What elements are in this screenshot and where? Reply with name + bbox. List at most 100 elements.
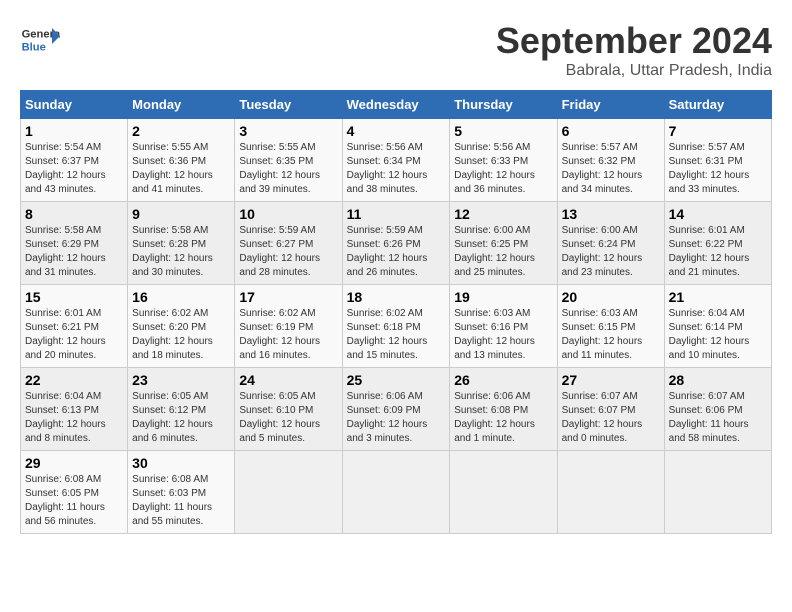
calendar-day-26: 26 Sunrise: 6:06 AM Sunset: 6:08 PM Dayli… xyxy=(450,368,557,451)
day-number: 24 xyxy=(239,372,337,388)
day-info: Sunrise: 5:58 AM Sunset: 6:29 PM Dayligh… xyxy=(25,224,123,280)
calendar-week-4: 22 Sunrise: 6:04 AM Sunset: 6:13 PM Dayli… xyxy=(21,368,772,451)
calendar-day-19: 19Sunrise: 6:03 AM Sunset: 6:16 PM Dayli… xyxy=(450,285,557,368)
day-number: 29 xyxy=(25,455,123,471)
calendar-day-27: 27 Sunrise: 6:07 AM Sunset: 6:07 PM Dayli… xyxy=(557,368,664,451)
logo-icon: General Blue xyxy=(20,20,60,60)
day-info: Sunrise: 5:56 AM Sunset: 6:34 PM Dayligh… xyxy=(347,141,446,197)
day-info: Sunrise: 6:05 AM Sunset: 6:12 PM Dayligh… xyxy=(132,390,230,446)
day-info: Sunrise: 6:02 AM Sunset: 6:18 PM Dayligh… xyxy=(347,307,446,363)
day-number: 7 xyxy=(669,123,767,139)
day-info: Sunrise: 6:06 AM Sunset: 6:09 PM Dayligh… xyxy=(347,390,446,446)
empty-cell xyxy=(235,451,342,534)
day-number: 28 xyxy=(669,372,767,388)
day-info: Sunrise: 6:08 AM Sunset: 6:03 PM Dayligh… xyxy=(132,473,230,529)
month-title: September 2024 xyxy=(496,20,772,62)
day-info: Sunrise: 6:08 AM Sunset: 6:05 PM Dayligh… xyxy=(25,473,123,529)
column-header-sunday: Sunday xyxy=(21,91,128,119)
day-info: Sunrise: 6:07 AM Sunset: 6:06 PM Dayligh… xyxy=(669,390,767,446)
day-info: Sunrise: 6:05 AM Sunset: 6:10 PM Dayligh… xyxy=(239,390,337,446)
day-number: 18 xyxy=(347,289,446,305)
calendar-day-10: 10Sunrise: 5:59 AM Sunset: 6:27 PM Dayli… xyxy=(235,202,342,285)
day-number: 4 xyxy=(347,123,446,139)
calendar-day-29: 29 Sunrise: 6:08 AM Sunset: 6:05 PM Dayli… xyxy=(21,451,128,534)
day-number: 5 xyxy=(454,123,552,139)
day-info: Sunrise: 6:01 AM Sunset: 6:22 PM Dayligh… xyxy=(669,224,767,280)
empty-cell xyxy=(450,451,557,534)
column-header-saturday: Saturday xyxy=(664,91,771,119)
day-number: 13 xyxy=(562,206,660,222)
calendar-day-4: 4 Sunrise: 5:56 AM Sunset: 6:34 PM Daylig… xyxy=(342,119,450,202)
calendar-day-23: 23 Sunrise: 6:05 AM Sunset: 6:12 PM Dayli… xyxy=(128,368,235,451)
day-info: Sunrise: 5:55 AM Sunset: 6:35 PM Dayligh… xyxy=(239,141,337,197)
day-info: Sunrise: 5:57 AM Sunset: 6:32 PM Dayligh… xyxy=(562,141,660,197)
svg-text:Blue: Blue xyxy=(22,41,46,53)
day-info: Sunrise: 6:04 AM Sunset: 6:14 PM Dayligh… xyxy=(669,307,767,363)
day-number: 26 xyxy=(454,372,552,388)
day-info: Sunrise: 6:04 AM Sunset: 6:13 PM Dayligh… xyxy=(25,390,123,446)
calendar-day-11: 11 Sunrise: 5:59 AM Sunset: 6:26 PM Dayli… xyxy=(342,202,450,285)
calendar-week-3: 15 Sunrise: 6:01 AM Sunset: 6:21 PM Dayli… xyxy=(21,285,772,368)
column-header-monday: Monday xyxy=(128,91,235,119)
title-block: September 2024 Babrala, Uttar Pradesh, I… xyxy=(496,20,772,80)
logo: General Blue xyxy=(20,20,60,60)
day-number: 14 xyxy=(669,206,767,222)
day-number: 2 xyxy=(132,123,230,139)
calendar-day-13: 13 Sunrise: 6:00 AM Sunset: 6:24 PM Dayli… xyxy=(557,202,664,285)
day-info: Sunrise: 6:00 AM Sunset: 6:25 PM Dayligh… xyxy=(454,224,552,280)
calendar-day-25: 25Sunrise: 6:06 AM Sunset: 6:09 PM Dayli… xyxy=(342,368,450,451)
calendar-day-24: 24 Sunrise: 6:05 AM Sunset: 6:10 PM Dayli… xyxy=(235,368,342,451)
calendar-day-21: 21 Sunrise: 6:04 AM Sunset: 6:14 PM Dayli… xyxy=(664,285,771,368)
calendar-day-5: 5 Sunrise: 5:56 AM Sunset: 6:33 PM Daylig… xyxy=(450,119,557,202)
calendar-day-3: 3 Sunrise: 5:55 AM Sunset: 6:35 PM Daylig… xyxy=(235,119,342,202)
empty-cell xyxy=(557,451,664,534)
day-info: Sunrise: 6:02 AM Sunset: 6:19 PM Dayligh… xyxy=(239,307,337,363)
calendar-day-9: 9 Sunrise: 5:58 AM Sunset: 6:28 PM Daylig… xyxy=(128,202,235,285)
day-number: 12 xyxy=(454,206,552,222)
calendar-day-8: 8 Sunrise: 5:58 AM Sunset: 6:29 PM Daylig… xyxy=(21,202,128,285)
calendar-week-5: 29 Sunrise: 6:08 AM Sunset: 6:05 PM Dayli… xyxy=(21,451,772,534)
day-info: Sunrise: 6:00 AM Sunset: 6:24 PM Dayligh… xyxy=(562,224,660,280)
day-info: Sunrise: 5:56 AM Sunset: 6:33 PM Dayligh… xyxy=(454,141,552,197)
day-number: 15 xyxy=(25,289,123,305)
day-info: Sunrise: 5:55 AM Sunset: 6:36 PM Dayligh… xyxy=(132,141,230,197)
calendar-day-16: 16 Sunrise: 6:02 AM Sunset: 6:20 PM Dayli… xyxy=(128,285,235,368)
page-header: General Blue September 2024 Babrala, Utt… xyxy=(20,20,772,80)
location-subtitle: Babrala, Uttar Pradesh, India xyxy=(496,62,772,80)
day-number: 19 xyxy=(454,289,552,305)
day-number: 23 xyxy=(132,372,230,388)
column-header-friday: Friday xyxy=(557,91,664,119)
day-info: Sunrise: 5:57 AM Sunset: 6:31 PM Dayligh… xyxy=(669,141,767,197)
calendar-day-17: 17Sunrise: 6:02 AM Sunset: 6:19 PM Dayli… xyxy=(235,285,342,368)
day-info: Sunrise: 6:06 AM Sunset: 6:08 PM Dayligh… xyxy=(454,390,552,446)
calendar-day-30: 30 Sunrise: 6:08 AM Sunset: 6:03 PM Dayli… xyxy=(128,451,235,534)
calendar-day-6: 6 Sunrise: 5:57 AM Sunset: 6:32 PM Daylig… xyxy=(557,119,664,202)
day-number: 6 xyxy=(562,123,660,139)
calendar-day-28: 28 Sunrise: 6:07 AM Sunset: 6:06 PM Dayli… xyxy=(664,368,771,451)
day-number: 22 xyxy=(25,372,123,388)
day-number: 8 xyxy=(25,206,123,222)
calendar-day-1: 1 Sunrise: 5:54 AM Sunset: 6:37 PM Daylig… xyxy=(21,119,128,202)
day-info: Sunrise: 6:01 AM Sunset: 6:21 PM Dayligh… xyxy=(25,307,123,363)
day-info: Sunrise: 6:07 AM Sunset: 6:07 PM Dayligh… xyxy=(562,390,660,446)
empty-cell xyxy=(342,451,450,534)
day-number: 3 xyxy=(239,123,337,139)
day-number: 16 xyxy=(132,289,230,305)
day-info: Sunrise: 5:54 AM Sunset: 6:37 PM Dayligh… xyxy=(25,141,123,197)
day-number: 30 xyxy=(132,455,230,471)
calendar-week-1: 1 Sunrise: 5:54 AM Sunset: 6:37 PM Daylig… xyxy=(21,119,772,202)
calendar-day-14: 14 Sunrise: 6:01 AM Sunset: 6:22 PM Dayli… xyxy=(664,202,771,285)
calendar-week-2: 8 Sunrise: 5:58 AM Sunset: 6:29 PM Daylig… xyxy=(21,202,772,285)
calendar-day-7: 7 Sunrise: 5:57 AM Sunset: 6:31 PM Daylig… xyxy=(664,119,771,202)
day-info: Sunrise: 5:59 AM Sunset: 6:26 PM Dayligh… xyxy=(347,224,446,280)
day-info: Sunrise: 5:58 AM Sunset: 6:28 PM Dayligh… xyxy=(132,224,230,280)
day-number: 9 xyxy=(132,206,230,222)
empty-cell xyxy=(664,451,771,534)
day-info: Sunrise: 6:02 AM Sunset: 6:20 PM Dayligh… xyxy=(132,307,230,363)
day-number: 21 xyxy=(669,289,767,305)
day-number: 11 xyxy=(347,206,446,222)
day-number: 1 xyxy=(25,123,123,139)
column-header-tuesday: Tuesday xyxy=(235,91,342,119)
day-number: 20 xyxy=(562,289,660,305)
day-number: 27 xyxy=(562,372,660,388)
